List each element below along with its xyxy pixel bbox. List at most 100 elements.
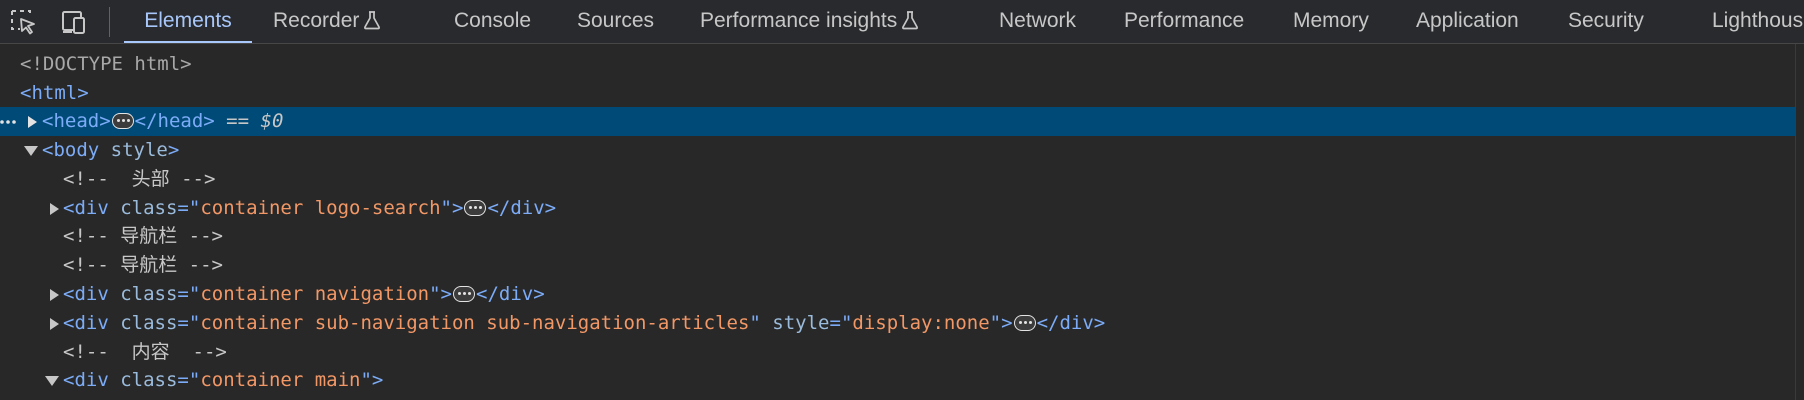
doctype-text: <!DOCTYPE html>	[20, 53, 192, 75]
collapsed-content-ellipsis-icon[interactable]	[464, 200, 487, 216]
tab-recorder[interactable]: Recorder	[273, 0, 381, 43]
tree-node-comment[interactable]: <!-- 导航栏 -->	[0, 222, 1804, 251]
inspect-element-icon[interactable]	[8, 7, 38, 37]
tab-label: Lighthouse	[1712, 9, 1804, 32]
class-attr: class	[120, 369, 178, 391]
tab-security[interactable]: Security	[1568, 0, 1644, 43]
div-code: <div class="container main">	[63, 366, 383, 395]
head-close-tag: </head>	[134, 110, 215, 132]
tab-label: Elements	[144, 9, 232, 32]
tree-node-div-sub-navigation[interactable]: <div class="container sub-navigation sub…	[0, 309, 1804, 338]
div-close-tag: </div>	[487, 197, 557, 219]
tab-console[interactable]: Console	[454, 0, 532, 43]
class-value: container sub-navigation sub-navigation-…	[200, 312, 750, 334]
attr-quote: "	[440, 197, 452, 219]
html-open-tag: <html>	[20, 82, 89, 104]
device-toolbar-icon[interactable]	[58, 7, 88, 37]
tab-performance[interactable]: Performance	[1124, 0, 1245, 43]
attr-eq: ="	[177, 369, 201, 391]
attr-eq: ="	[177, 312, 201, 334]
head-code: <head> </head> == $0	[42, 107, 283, 136]
attr-eq: ="	[177, 197, 201, 219]
class-attr: class	[120, 197, 178, 219]
body-code: <body style>	[42, 136, 179, 165]
tab-elements[interactable]: Elements	[124, 0, 252, 43]
tag-bracket: >	[371, 369, 384, 391]
tag-bracket: >	[451, 197, 464, 219]
body-open-tag: <body	[42, 139, 100, 161]
tab-label: Sources	[577, 9, 655, 32]
head-open-tag: <head>	[42, 110, 111, 132]
dom-tree: <!DOCTYPE html> <html> <head> </head> == …	[0, 44, 1804, 400]
collapse-triangle-icon[interactable]	[24, 136, 40, 165]
tree-node-body[interactable]: <body style>	[0, 136, 1804, 165]
collapsed-content-ellipsis-icon[interactable]	[111, 113, 134, 129]
attr-quote: "	[989, 312, 1002, 334]
tree-node-html[interactable]: <html>	[0, 79, 1804, 108]
class-attr: class	[120, 312, 178, 334]
tab-performance-insights[interactable]: Performance insights	[700, 0, 919, 43]
body-close-bracket: >	[167, 139, 180, 161]
tab-label: Performance	[1124, 9, 1245, 32]
selected-node-var: $0	[260, 110, 284, 132]
class-value: container logo-search	[200, 197, 441, 219]
class-value: container navigation	[200, 283, 430, 305]
tree-node-comment[interactable]: <!-- 内容 -->	[0, 338, 1804, 367]
tab-sources[interactable]: Sources	[577, 0, 655, 43]
vertical-scrollbar[interactable]	[1795, 44, 1804, 400]
div-code: <div class="container navigation"> </div>	[63, 280, 545, 309]
experiment-flask-icon	[363, 3, 381, 43]
attr-quote: "	[749, 312, 761, 334]
tab-label: Recorder	[273, 9, 360, 32]
tab-memory[interactable]: Memory	[1293, 0, 1369, 43]
expand-triangle-icon[interactable]	[48, 280, 64, 309]
tab-application[interactable]: Application	[1416, 0, 1519, 43]
body-style-attr: style	[110, 139, 168, 161]
tab-label: Memory	[1293, 9, 1369, 32]
more-actions-icon[interactable]	[0, 107, 20, 136]
collapse-triangle-icon[interactable]	[45, 366, 61, 395]
tag-bracket: >	[1001, 312, 1013, 334]
devtools-tab-bar: Elements Recorder Console Sources Perfor…	[0, 0, 1804, 44]
attr-quote: "	[360, 369, 372, 391]
div-code: <div class="container sub-navigation sub…	[63, 309, 1105, 338]
class-value: container main	[200, 369, 361, 391]
tree-node-comment[interactable]: <!-- 导航栏 -->	[0, 251, 1804, 280]
tree-node-div-navigation[interactable]: <div class="container navigation"> </div>	[0, 280, 1804, 309]
div-close-tag: </div>	[1036, 312, 1106, 334]
expand-triangle-icon[interactable]	[26, 107, 42, 136]
tab-label: Performance insights	[700, 9, 898, 32]
attr-eq: ="	[177, 283, 201, 305]
tree-node-head[interactable]: <head> </head> == $0	[0, 107, 1804, 136]
class-attr: class	[120, 283, 178, 305]
attr-eq: ="	[829, 312, 853, 334]
div-open-tag: <div	[63, 312, 109, 334]
attr-quote: "	[429, 283, 441, 305]
tab-label: Security	[1568, 9, 1644, 32]
div-open-tag: <div	[63, 283, 109, 305]
tab-label: Network	[999, 9, 1077, 32]
tree-node-div-logo-search[interactable]: <div class="container logo-search"> </div…	[0, 194, 1804, 223]
comment-text: <!-- 导航栏 -->	[63, 254, 223, 276]
tree-node-comment[interactable]: <!-- 头部 -->	[0, 165, 1804, 194]
tree-node-doctype[interactable]: <!DOCTYPE html>	[0, 50, 1804, 79]
div-open-tag: <div	[63, 369, 109, 391]
expand-triangle-icon[interactable]	[48, 194, 64, 223]
collapsed-content-ellipsis-icon[interactable]	[453, 286, 475, 302]
collapsed-content-ellipsis-icon[interactable]	[1013, 315, 1036, 331]
style-attr: style	[772, 312, 830, 334]
div-code: <div class="container logo-search"> </div…	[63, 194, 556, 223]
expand-triangle-icon[interactable]	[48, 309, 64, 338]
tab-label: Application	[1416, 9, 1519, 32]
experiment-flask-icon	[901, 3, 919, 43]
tab-network[interactable]: Network	[999, 0, 1077, 43]
tree-node-div-main[interactable]: <div class="container main">	[0, 366, 1804, 395]
comment-text: <!-- 内容 -->	[63, 341, 227, 363]
selected-marker: ==	[226, 110, 261, 132]
tab-label: Console	[454, 9, 532, 32]
toolbar-divider	[109, 7, 110, 37]
tab-lighthouse[interactable]: Lighthouse	[1712, 0, 1804, 43]
comment-text: <!-- 头部 -->	[63, 168, 216, 190]
style-value: display:none	[852, 312, 990, 334]
div-close-tag: </div>	[476, 283, 545, 305]
